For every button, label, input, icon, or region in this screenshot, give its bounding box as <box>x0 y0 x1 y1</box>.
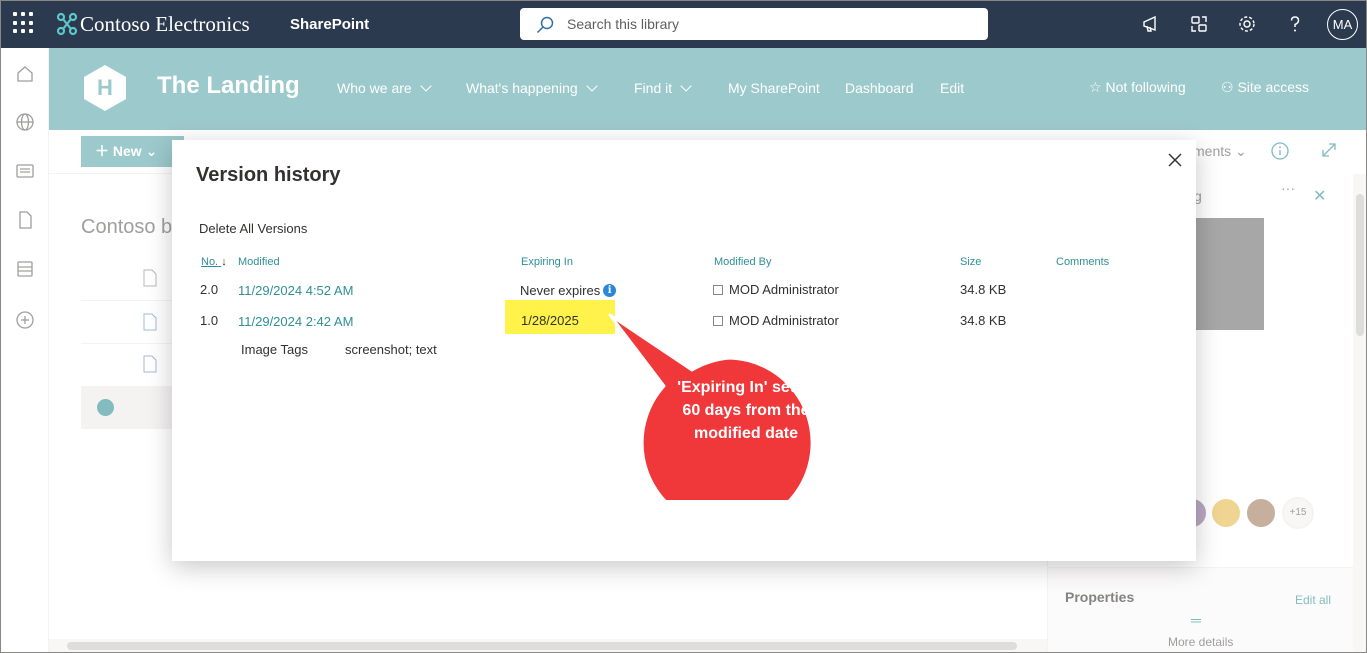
image-tags-value: screenshot; text <box>345 342 437 357</box>
column-label: No. <box>201 256 219 268</box>
column-header-modified-by[interactable]: Modified By <box>714 256 771 268</box>
sort-arrow-icon: ↓ <box>221 256 227 268</box>
version-expiring-value: 1/28/2025 <box>521 313 579 328</box>
presence-checkbox-icon <box>713 285 723 295</box>
version-expiring-value: Never expires <box>520 283 601 298</box>
modified-by-name[interactable]: MOD Administrator <box>729 282 839 297</box>
dialog-title: Version history <box>196 164 341 186</box>
search-input[interactable] <box>567 14 967 34</box>
help-icon[interactable] <box>1285 14 1305 34</box>
org-name[interactable]: Contoso Electronics <box>80 12 250 37</box>
version-modified-link[interactable]: 11/29/2024 2:42 AM <box>238 314 353 329</box>
app-launcher-icon[interactable] <box>13 12 35 34</box>
delete-all-versions-link[interactable]: Delete All Versions <box>199 221 307 236</box>
column-header-modified[interactable]: Modified <box>238 256 280 268</box>
column-header-size[interactable]: Size <box>960 256 981 268</box>
version-modified-link[interactable]: 11/29/2024 4:52 AM <box>238 283 353 298</box>
user-avatar[interactable]: MA <box>1327 9 1358 40</box>
connections-icon[interactable] <box>1189 14 1209 34</box>
app-name[interactable]: SharePoint <box>290 16 369 33</box>
image-tags-label: Image Tags <box>241 342 308 357</box>
suite-bar: Contoso Electronics SharePoint MA <box>0 0 1367 48</box>
column-header-comments[interactable]: Comments <box>1056 256 1109 268</box>
search-icon <box>536 16 554 34</box>
column-header-expiring-in[interactable]: Expiring In <box>521 256 573 268</box>
info-icon[interactable]: i <box>603 284 617 297</box>
search-box[interactable] <box>520 8 988 40</box>
version-modified-by: MOD Administrator <box>713 282 839 297</box>
contoso-logo-icon <box>56 12 78 36</box>
gear-icon[interactable] <box>1237 14 1257 34</box>
version-expiring-cell: Never expires i <box>520 283 617 298</box>
megaphone-icon[interactable] <box>1141 14 1161 34</box>
version-number: 1.0 <box>200 313 219 328</box>
version-size: 34.8 KB <box>960 313 1007 328</box>
column-header-no[interactable]: No. ↓ <box>201 256 227 268</box>
version-size: 34.8 KB <box>960 282 1007 297</box>
callout-text: 'Expiring In' set to 60 days from the mo… <box>677 379 815 442</box>
close-icon[interactable] <box>1167 152 1183 168</box>
version-number: 2.0 <box>200 282 219 297</box>
